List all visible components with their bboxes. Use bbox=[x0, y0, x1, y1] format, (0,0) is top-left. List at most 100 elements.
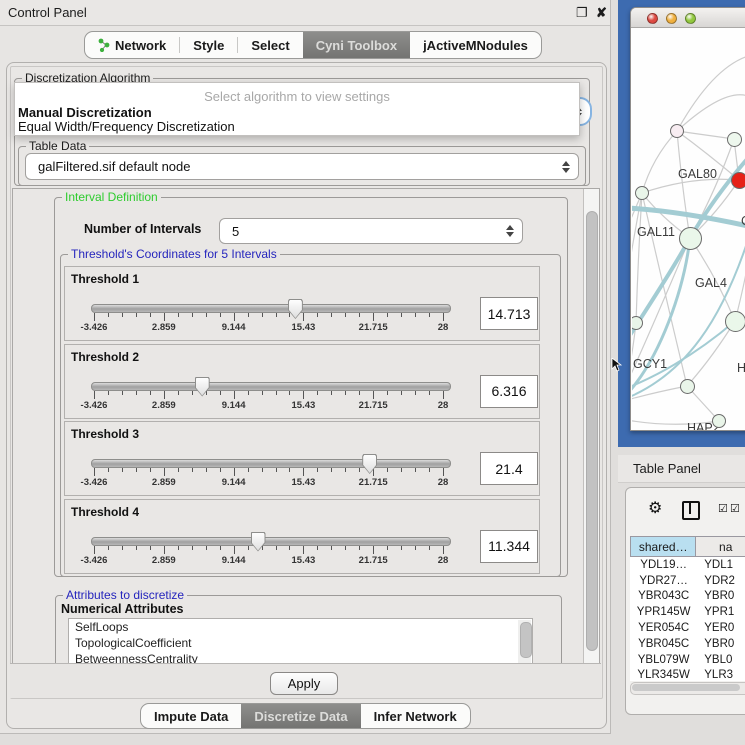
tab-discretize-data[interactable]: Discretize Data bbox=[241, 704, 360, 728]
table-row[interactable]: YDL19…YDL1 bbox=[630, 557, 745, 573]
list-scrollbar[interactable] bbox=[518, 620, 531, 664]
tab-label: Impute Data bbox=[154, 709, 228, 724]
close-icon[interactable]: ✘ bbox=[596, 5, 607, 21]
slider-tick-label: 28 bbox=[438, 477, 449, 488]
network-node-hap2[interactable] bbox=[680, 379, 695, 394]
node-attribute-table: shared…na YDL19…YDL1YDR27…YDR2YBR043CYBR… bbox=[630, 536, 745, 681]
split-view-icon[interactable] bbox=[682, 501, 700, 520]
slider-tick bbox=[289, 391, 290, 395]
network-node-gal80[interactable] bbox=[670, 124, 684, 138]
slider-tick bbox=[303, 391, 304, 399]
attribute-list-item[interactable]: TopologicalCoefficient bbox=[69, 635, 532, 651]
threshold-value-field[interactable]: 14.713 bbox=[480, 297, 538, 330]
attribute-list-item[interactable]: SelfLoops bbox=[69, 619, 532, 635]
slider-tick bbox=[303, 313, 304, 321]
table-cell: YER0 bbox=[697, 622, 745, 634]
table-row[interactable]: YBL079WYBL0 bbox=[630, 652, 745, 668]
table-row[interactable]: YER054CYER0 bbox=[630, 620, 745, 636]
threshold-slider-track[interactable] bbox=[91, 304, 451, 313]
slider-tick-label: 2.859 bbox=[152, 322, 176, 333]
slider-tick bbox=[178, 313, 179, 317]
scrollbar-thumb[interactable] bbox=[586, 211, 598, 651]
slider-tick-label: 2.859 bbox=[152, 477, 176, 488]
checkbox-icon[interactable]: ☑ bbox=[718, 504, 728, 514]
minimize-traffic-light-icon[interactable] bbox=[666, 13, 677, 24]
slider-tick bbox=[108, 313, 109, 317]
table-row[interactable]: YPR145WYPR1 bbox=[630, 604, 745, 620]
float-window-icon[interactable]: ❐ bbox=[576, 5, 588, 21]
algorithm-option[interactable]: Manual Discretization bbox=[17, 105, 578, 120]
table-panel-title: Table Panel bbox=[633, 461, 701, 476]
network-window-titlebar bbox=[631, 8, 745, 28]
slider-tick bbox=[164, 468, 165, 476]
network-node-gal4[interactable] bbox=[679, 227, 702, 250]
column-header[interactable]: shared… bbox=[630, 536, 696, 557]
numerical-attributes-list[interactable]: SelfLoopsTopologicalCoefficientBetweenne… bbox=[68, 618, 533, 666]
thresholds-group-label: Threshold's Coordinates for 5 Intervals bbox=[68, 247, 280, 261]
threshold-slider-track[interactable] bbox=[91, 382, 451, 391]
slider-tick-label: -3.426 bbox=[81, 477, 108, 488]
slider-tick-label: 9.144 bbox=[222, 322, 246, 333]
table-data-group: Table Data galFiltered.sif default node bbox=[18, 146, 586, 186]
column-header[interactable]: na bbox=[696, 536, 745, 557]
tab-label: Select bbox=[251, 38, 289, 53]
network-node-gal11[interactable] bbox=[635, 186, 649, 200]
slider-tick bbox=[150, 313, 151, 317]
slider-tick bbox=[359, 546, 360, 550]
threshold-value-field[interactable]: 6.316 bbox=[480, 375, 538, 408]
threshold-value-field[interactable]: 11.344 bbox=[480, 530, 538, 563]
slider-tick bbox=[136, 391, 137, 395]
control-panel-titlebar: Control Panel ❐ ✘ bbox=[0, 0, 610, 26]
network-node[interactable] bbox=[712, 414, 726, 428]
threshold-panel: Threshold 1-3.4262.8599.14415.4321.71528… bbox=[64, 266, 540, 341]
threshold-slider-thumb[interactable] bbox=[251, 532, 266, 552]
tab-cyni-toolbox[interactable]: Cyni Toolbox bbox=[303, 32, 410, 58]
slider-tick bbox=[108, 468, 109, 472]
tab-network[interactable]: Network bbox=[85, 32, 179, 58]
slider-tick-label: 21.715 bbox=[359, 322, 388, 333]
table-row[interactable]: YLR345WYLR3 bbox=[630, 668, 745, 681]
scrollbar-thumb[interactable] bbox=[520, 622, 532, 658]
table-row[interactable]: YBR045CYBR0 bbox=[630, 636, 745, 652]
num-intervals-combobox[interactable]: 5 bbox=[219, 218, 523, 244]
slider-tick bbox=[317, 391, 318, 395]
slider-tick bbox=[192, 468, 193, 472]
algorithm-settings-scrollpane: Interval Definition Number of Intervals … bbox=[12, 188, 600, 665]
tab-infer-network[interactable]: Infer Network bbox=[361, 704, 470, 728]
network-node-c[interactable] bbox=[731, 172, 745, 189]
tab-impute-data[interactable]: Impute Data bbox=[141, 704, 241, 728]
network-canvas[interactable]: GAL80GACGAL11GAL4GCY1HHAP2 bbox=[632, 28, 745, 430]
tab-style[interactable]: Style bbox=[180, 32, 237, 58]
slider-tick bbox=[220, 468, 221, 472]
slider-tick bbox=[234, 546, 235, 554]
apply-button[interactable]: Apply bbox=[270, 672, 338, 695]
table-row[interactable]: YDR27…YDR2 bbox=[630, 573, 745, 589]
checkbox-icon[interactable]: ☑ bbox=[730, 504, 740, 514]
slider-tick bbox=[429, 546, 430, 550]
algorithm-dropdown-popup: Select algorithm to view settings Manual… bbox=[14, 82, 580, 136]
slider-tick-label: 21.715 bbox=[359, 477, 388, 488]
threshold-slider-thumb[interactable] bbox=[195, 377, 210, 397]
tab-jactivemnodules[interactable]: jActiveMNodules bbox=[410, 32, 541, 58]
horizontal-scrollbar[interactable] bbox=[630, 682, 745, 695]
threshold-slider-track[interactable] bbox=[91, 459, 451, 468]
threshold-slider-track[interactable] bbox=[91, 537, 451, 546]
slider-tick bbox=[401, 468, 402, 472]
table-data-combobox[interactable]: galFiltered.sif default node bbox=[25, 153, 579, 180]
vertical-scrollbar[interactable] bbox=[583, 189, 599, 664]
zoom-traffic-light-icon[interactable] bbox=[685, 13, 696, 24]
table-cell: YBR045C bbox=[630, 638, 697, 650]
tab-select[interactable]: Select bbox=[238, 32, 302, 58]
network-node-ga[interactable] bbox=[727, 132, 742, 147]
gear-icon[interactable]: ⚙ bbox=[648, 498, 662, 518]
algorithm-option[interactable]: Equal Width/Frequency Discretization bbox=[17, 119, 578, 134]
slider-tick bbox=[317, 468, 318, 472]
slider-tick-label: 15.43 bbox=[292, 322, 316, 333]
slider-tick bbox=[429, 468, 430, 472]
table-row[interactable]: YBR043CYBR0 bbox=[630, 589, 745, 605]
scrollbar-thumb[interactable] bbox=[632, 684, 740, 691]
close-traffic-light-icon[interactable] bbox=[647, 13, 658, 24]
threshold-slider-thumb[interactable] bbox=[362, 454, 377, 474]
network-node-h[interactable] bbox=[725, 311, 745, 332]
threshold-value-field[interactable]: 21.4 bbox=[480, 452, 538, 485]
